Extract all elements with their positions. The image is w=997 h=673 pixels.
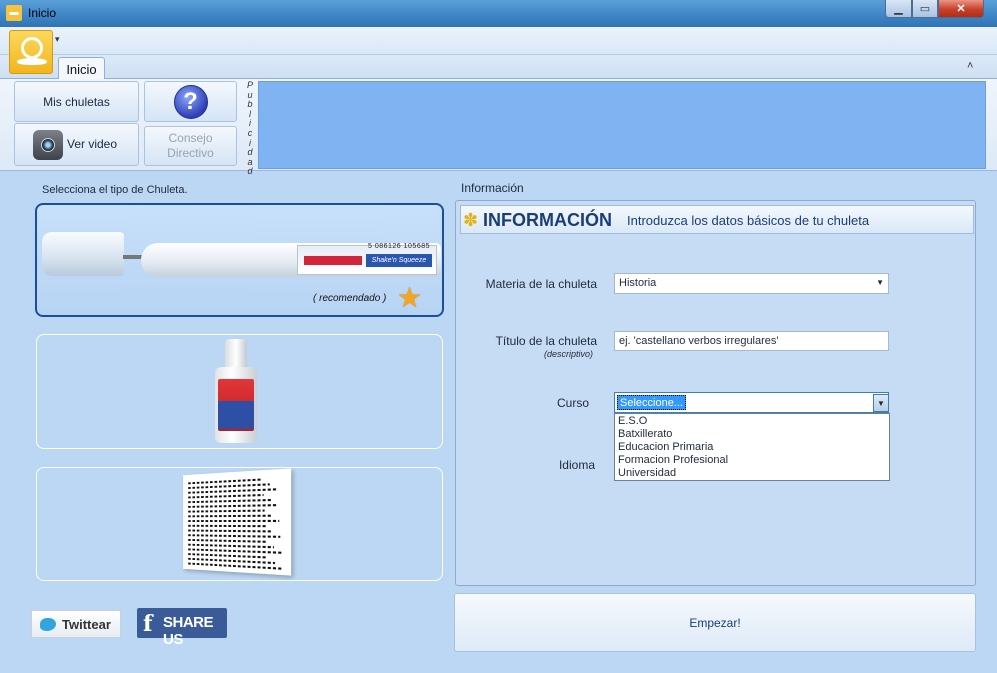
paper-text-line	[188, 534, 281, 538]
informacion-header: ✽ INFORMACIÓN Introduzca los datos básic…	[460, 205, 974, 234]
bottle-cap	[225, 339, 247, 369]
share-us-label: SHARE US	[163, 614, 214, 648]
consejo-directivo-button[interactable]: Consejo Directivo	[144, 126, 237, 166]
publicidad-label: Publicidad	[243, 80, 257, 176]
publicidad-letter: d	[247, 166, 253, 177]
puzzle-icon: ✽	[463, 210, 479, 230]
paper-text-line	[188, 498, 271, 504]
help-button[interactable]: ?	[144, 81, 237, 122]
paper-text-line	[188, 504, 279, 508]
materia-label: Materia de la chuleta	[485, 277, 597, 291]
bottle-label	[218, 379, 254, 431]
idioma-label: Idioma	[558, 458, 595, 472]
curso-selected-value: Seleccione...	[617, 395, 686, 410]
materia-value: Historia	[619, 277, 657, 289]
curso-select[interactable]: Seleccione... ▼	[614, 392, 889, 413]
pen-barcode-text: 5 086126 105685	[368, 243, 430, 250]
titulo-label: Título de la chuleta	[495, 334, 597, 348]
star-icon: ★	[397, 282, 423, 313]
informacion-section-label: Información	[461, 181, 524, 195]
logo-mustache-icon	[17, 58, 47, 65]
pen-brand-text: Shake'n Squeeze	[366, 254, 432, 267]
chuleta-type-corrector-card[interactable]	[36, 334, 443, 449]
recommended-label: ( recomendado )	[313, 293, 387, 304]
paper-text-line	[188, 519, 280, 522]
facebook-icon: f	[143, 611, 153, 637]
curso-dropdown-list: E.S.O Batxillerato Educacion Primaria Fo…	[614, 413, 890, 481]
paper-text-line	[188, 488, 278, 494]
ver-video-button[interactable]: Ver video	[14, 123, 139, 166]
informacion-subtitle: Introduzca los datos básicos de tu chule…	[627, 213, 870, 228]
pen-label-image: 5 086126 105685 Shake'n Squeeze	[297, 243, 437, 275]
twittear-button[interactable]: Twittear	[31, 610, 121, 638]
consejo-label-line1: Consejo	[168, 131, 213, 145]
maximize-button[interactable]: ▭	[912, 0, 938, 18]
twittear-label: Twittear	[62, 617, 111, 632]
paper-text-line	[188, 524, 266, 528]
paper-text-line	[188, 543, 274, 549]
pen-red-stripe	[304, 256, 362, 265]
corrector-bottle-image	[215, 339, 257, 445]
title-bar	[0, 0, 997, 27]
paper-text-line	[188, 529, 273, 533]
chuleta-type-pen-card[interactable]: 5 086126 105685 Shake'n Squeeze ( recome…	[35, 203, 444, 317]
titulo-hint: (descriptivo)	[543, 349, 593, 359]
curso-option[interactable]: Universidad	[618, 467, 886, 480]
app-icon	[6, 5, 22, 21]
curso-option[interactable]: E.S.O	[618, 415, 886, 428]
curso-option[interactable]: Formacion Profesional	[618, 454, 886, 467]
paper-text-line	[188, 509, 265, 513]
curso-option[interactable]: Batxillerato	[618, 428, 886, 441]
help-icon: ?	[173, 84, 208, 119]
chevron-down-icon: ▼	[876, 278, 884, 287]
informacion-title: INFORMACIÓN	[483, 210, 612, 230]
materia-select[interactable]: Historia ▼	[614, 273, 889, 294]
tipo-chuleta-label: Selecciona el tipo de Chuleta.	[42, 184, 188, 196]
paper-text-line	[188, 493, 264, 499]
window-title: Inicio	[28, 6, 57, 20]
curso-option[interactable]: Educacion Primaria	[618, 441, 886, 454]
pen-cap-image	[42, 232, 124, 276]
pen-tip-image	[123, 255, 143, 259]
consejo-label-line2: Directivo	[167, 146, 214, 160]
paper-sheet-image	[183, 468, 292, 576]
titulo-input[interactable]: ej. 'castellano verbos irregulares'	[614, 331, 889, 351]
ribbon-collapse-icon[interactable]: ˄	[967, 60, 973, 72]
quick-access-bar	[0, 27, 997, 55]
publicidad-banner[interactable]	[258, 81, 986, 169]
minimize-button[interactable]: ▁	[885, 0, 912, 18]
camera-icon	[33, 130, 63, 160]
tab-inicio[interactable]: Inicio	[58, 57, 105, 80]
twitter-bird-icon	[40, 618, 56, 631]
curso-label: Curso	[556, 396, 589, 410]
chuleta-type-paper-card[interactable]	[36, 467, 443, 581]
facebook-share-button[interactable]: f SHARE US	[137, 608, 227, 648]
app-logo-button[interactable]	[9, 30, 53, 74]
quick-access-dropdown-icon[interactable]: ▾	[55, 34, 60, 45]
logo-face-icon	[21, 37, 43, 59]
paper-text-line	[188, 538, 267, 543]
mis-chuletas-button[interactable]: Mis chuletas	[14, 81, 139, 122]
close-button[interactable]: ✕	[938, 0, 984, 18]
ver-video-label: Ver video	[67, 137, 118, 151]
paper-text-line	[188, 514, 272, 518]
empezar-button[interactable]: Empezar!	[454, 593, 976, 652]
ribbon-tabs-bar	[0, 55, 997, 79]
chevron-down-icon[interactable]: ▼	[873, 394, 889, 412]
